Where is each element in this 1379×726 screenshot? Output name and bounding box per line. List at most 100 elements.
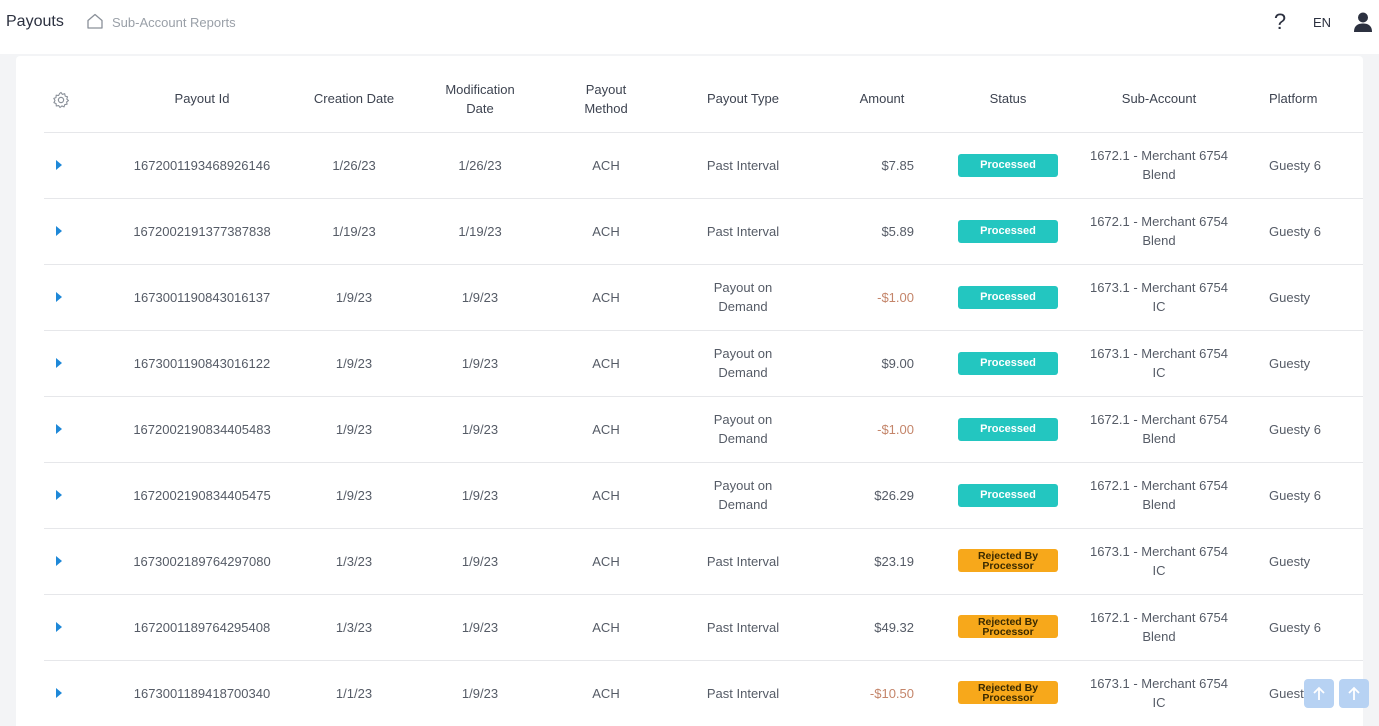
expand-cell[interactable] (44, 594, 108, 661)
creation-date-cell: 1/1/23 (296, 660, 412, 726)
sub-account-cell: 1672.1 - Merchant 6754 Blend (1074, 132, 1244, 199)
status-badge-text: Processor (982, 691, 1034, 704)
status-cell: Rejected By Processor (942, 660, 1074, 726)
column-header-label: Method (584, 100, 628, 116)
payout-method-cell: ACH (548, 462, 664, 529)
scroll-up-button[interactable] (1304, 679, 1334, 708)
breadcrumb[interactable]: Sub-Account Reports (112, 15, 236, 30)
caret-right-icon[interactable] (56, 621, 62, 632)
column-header-platform[interactable]: Platform (1244, 66, 1363, 133)
sub-account-text: Blend (1142, 233, 1176, 248)
sub-account-cell: 1673.1 - Merchant 6754 IC (1074, 660, 1244, 726)
caret-right-icon[interactable] (56, 423, 62, 434)
amount-cell: $26.29 (822, 462, 942, 529)
home-icon[interactable] (86, 12, 104, 30)
status-badge: Processed (958, 153, 1058, 177)
caret-right-icon[interactable] (56, 489, 62, 500)
amount-cell: $9.00 (822, 330, 942, 397)
sub-account-text: 1672.1 - Merchant 6754 (1089, 610, 1229, 625)
expand-cell[interactable] (44, 132, 108, 199)
column-header-creation-date[interactable]: Creation Date (296, 66, 412, 133)
table-row[interactable]: 1673001190843016137 1/9/23 1/9/23 ACH Payout… (44, 264, 1363, 331)
user-icon[interactable] (1353, 11, 1373, 33)
table-row[interactable]: 1673001190843016122 1/9/23 1/9/23 ACH Payout… (44, 330, 1363, 397)
help-icon[interactable]: ? (1270, 9, 1290, 35)
column-header-payout-type[interactable]: Payout Type (664, 66, 822, 133)
caret-right-icon[interactable] (56, 225, 62, 236)
platform-cell: Guesty 6 (1244, 594, 1363, 661)
payout-type-text: Past Interval (706, 685, 780, 701)
sub-account-text: IC (1152, 299, 1166, 314)
status-badge: Processed (958, 417, 1058, 441)
table-row[interactable]: 1672002190834405475 1/9/23 1/9/23 ACH Payout… (44, 462, 1363, 529)
column-header-payout-id[interactable]: Payout Id (108, 66, 296, 133)
payout-type-cell: Past Interval (664, 132, 822, 199)
status-badge: Rejected By Processor (958, 614, 1058, 638)
sub-account-text: IC (1152, 563, 1166, 578)
table-row[interactable]: 1672001193468926146 1/26/23 1/26/23 ACH Past… (44, 132, 1363, 199)
caret-right-icon[interactable] (56, 291, 62, 302)
payout-id-cell: 1672002190834405483 (108, 396, 296, 463)
expand-cell[interactable] (44, 264, 108, 331)
table-row[interactable]: 1672002190834405483 1/9/23 1/9/23 ACH Payout… (44, 396, 1363, 463)
table-row[interactable]: 1673002189764297080 1/3/23 1/9/23 ACH Past I… (44, 528, 1363, 595)
status-cell: Rejected By Processor (942, 528, 1074, 595)
column-header-amount[interactable]: Amount (822, 66, 942, 133)
column-header-payout-method[interactable]: Payout Method (548, 66, 664, 133)
status-badge-text: Processed (980, 356, 1036, 369)
expand-cell[interactable] (44, 528, 108, 595)
table-row[interactable]: 1672001189764295408 1/3/23 1/9/23 ACH Past I… (44, 594, 1363, 661)
top-bar: Payouts Sub-Account Reports ? EN (0, 0, 1379, 54)
payout-type-cell: Payout on Demand (664, 330, 822, 397)
payout-id-cell: 1672002191377387838 (108, 198, 296, 265)
amount-cell: -$1.00 (822, 396, 942, 463)
payout-type-cell: Payout on Demand (664, 462, 822, 529)
expand-cell[interactable] (44, 330, 108, 397)
payout-type-text: Past Interval (706, 553, 780, 569)
expand-cell[interactable] (44, 198, 108, 265)
caret-right-icon[interactable] (56, 357, 62, 368)
payout-id-cell: 1672001193468926146 (108, 132, 296, 199)
arrow-up-icon (1313, 686, 1325, 700)
sub-account-text: Blend (1142, 167, 1176, 182)
column-header-label: Modification (445, 81, 515, 97)
column-header-sub-account[interactable]: Sub-Account (1074, 66, 1244, 133)
sub-account-text: 1673.1 - Merchant 6754 (1089, 544, 1229, 559)
table-body: 1672001193468926146 1/26/23 1/26/23 ACH Past… (44, 132, 1363, 726)
caret-right-icon[interactable] (56, 687, 62, 698)
language-selector[interactable]: EN (1313, 15, 1331, 30)
column-header-label: Payout (585, 81, 627, 97)
status-badge: Processed (958, 285, 1058, 309)
status-cell: Processed (942, 330, 1074, 397)
caret-right-icon[interactable] (56, 159, 62, 170)
table-row[interactable]: 1673001189418700340 1/1/23 1/9/23 ACH Past I… (44, 660, 1363, 726)
sub-account-text: Blend (1142, 431, 1176, 446)
sub-account-cell: 1673.1 - Merchant 6754 IC (1074, 528, 1244, 595)
sub-account-text: IC (1152, 365, 1166, 380)
expand-cell[interactable] (44, 660, 108, 726)
column-header-status[interactable]: Status (942, 66, 1074, 133)
payout-type-cell: Past Interval (664, 528, 822, 595)
column-settings[interactable] (44, 66, 108, 133)
status-badge-text: Processed (980, 290, 1036, 303)
column-header-modification-date[interactable]: Modification Date (412, 66, 548, 133)
payout-method-cell: ACH (548, 132, 664, 199)
payouts-table: Payout Id Creation Date Modification Date… (44, 66, 1363, 726)
platform-cell: Guesty (1244, 330, 1363, 397)
caret-right-icon[interactable] (56, 555, 62, 566)
expand-cell[interactable] (44, 396, 108, 463)
payout-type-text: Payout on (713, 280, 773, 295)
scroll-top-button[interactable] (1339, 679, 1369, 708)
platform-cell: Guesty 6 (1244, 462, 1363, 529)
modification-date-cell: 1/9/23 (412, 396, 548, 463)
sub-account-text: 1672.1 - Merchant 6754 (1089, 412, 1229, 427)
table-row[interactable]: 1672002191377387838 1/19/23 1/19/23 ACH Past… (44, 198, 1363, 265)
payout-type-text: Payout on (713, 478, 773, 493)
sub-account-cell: 1672.1 - Merchant 6754 Blend (1074, 462, 1244, 529)
payout-id-cell: 1673001189418700340 (108, 660, 296, 726)
amount-cell: $23.19 (822, 528, 942, 595)
sub-account-text: Blend (1142, 629, 1176, 644)
sub-account-text: 1673.1 - Merchant 6754 (1089, 280, 1229, 295)
gear-icon[interactable] (52, 91, 70, 109)
expand-cell[interactable] (44, 462, 108, 529)
